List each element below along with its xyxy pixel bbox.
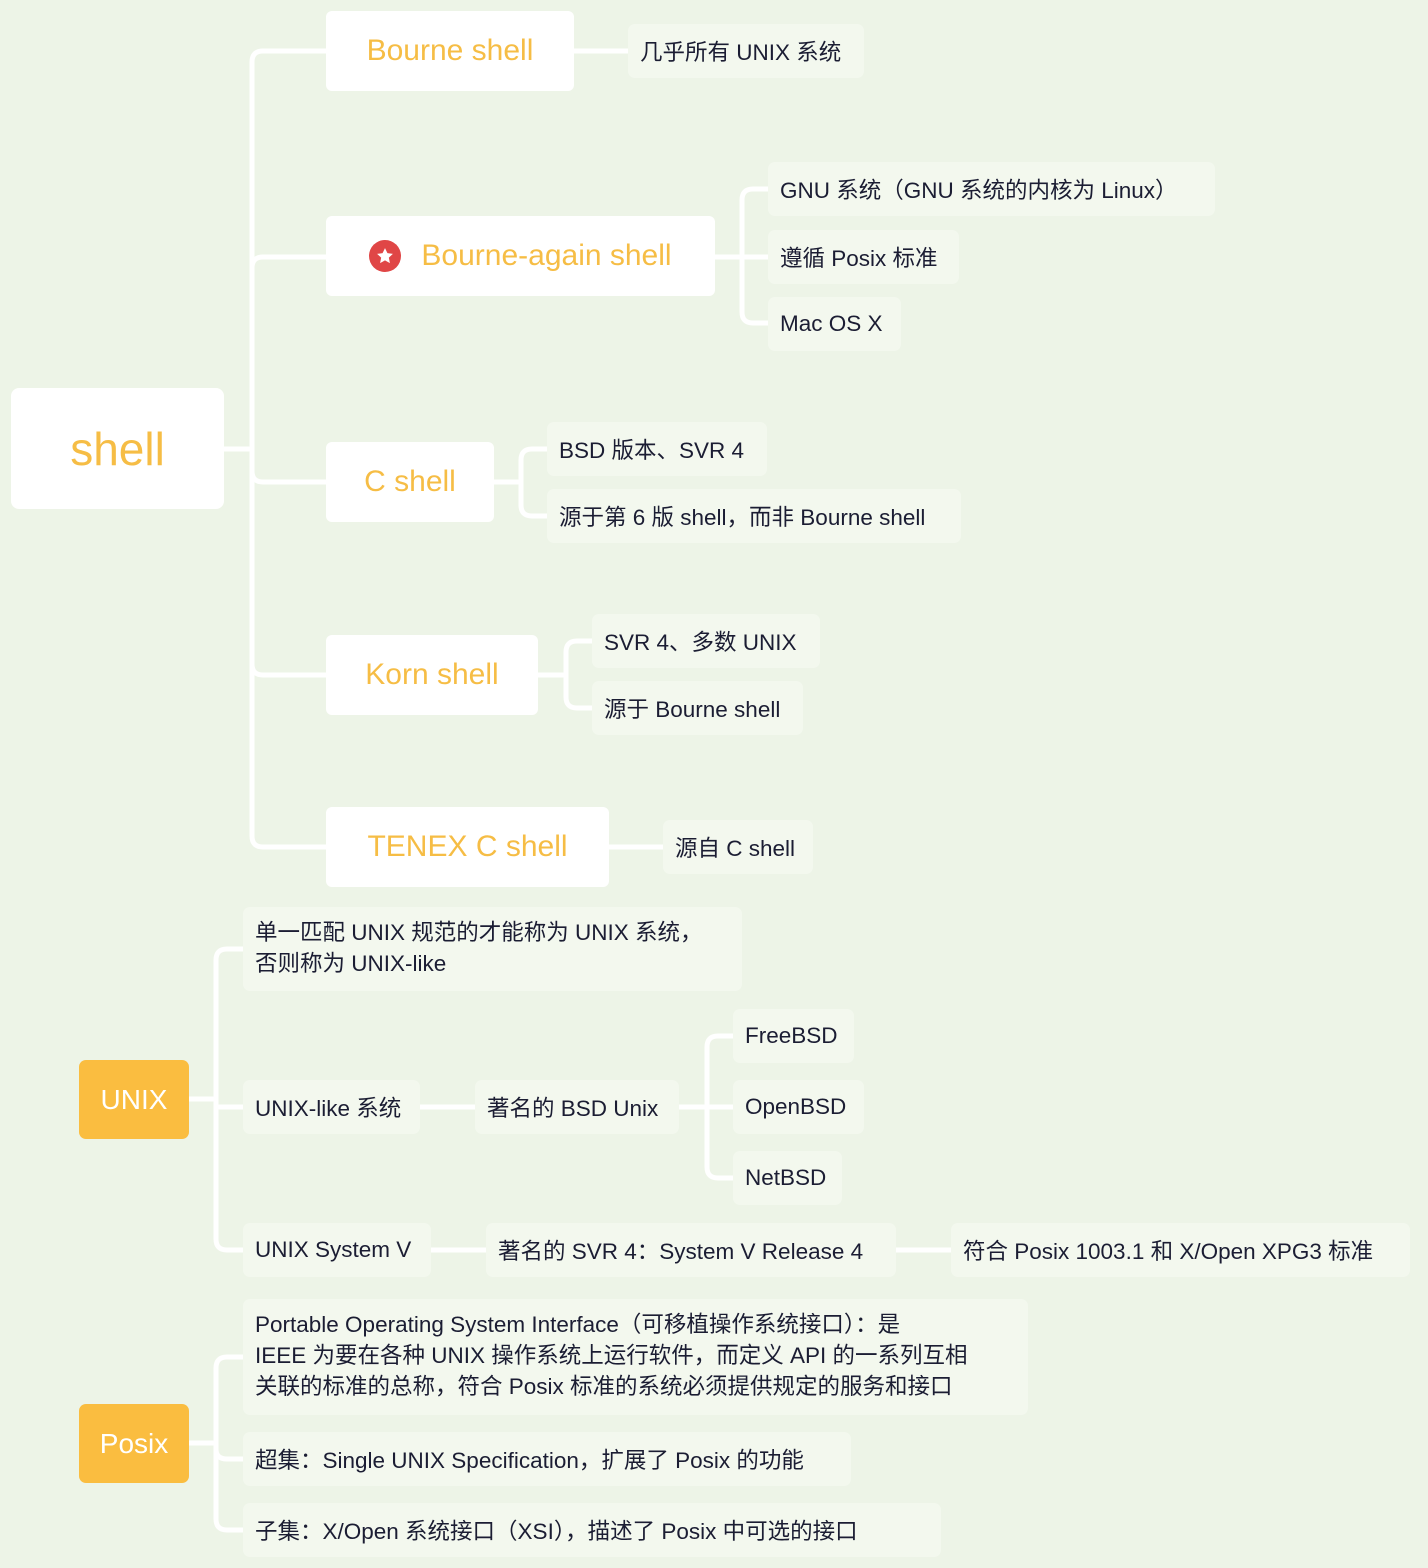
subtopic-label: UNIX-like 系统 [255,1096,402,1121]
topic-tenex-c-shell[interactable]: TENEX C shell [326,807,609,887]
subtopic-label: Mac OS X [780,311,883,336]
subtopic-freebsd[interactable]: FreeBSD [733,1009,854,1063]
subtopic-label: 源于第 6 版 shell，而非 Bourne shell [559,505,926,530]
subtopic-label: OpenBSD [745,1094,847,1119]
subtopic-posix-definition[interactable]: Portable Operating System Interface（可移植操… [243,1299,1028,1415]
topic-korn-shell[interactable]: Korn shell [326,635,538,715]
connector-root-bourne [249,48,329,452]
subtopic-ksh-svr4[interactable]: SVR 4、多数 UNIX [592,614,820,668]
text-line: 否则称为 UNIX-like [255,951,447,976]
text-line: 单一匹配 UNIX 规范的才能称为 UNIX 系统， [255,920,703,945]
subtopic-bash-gnu[interactable]: GNU 系统（GNU 系统的内核为 Linux） [768,162,1215,216]
subtopic-label: 超集：Single UNIX Specification，扩展了 Posix 的… [255,1448,804,1473]
subtopic-bourne-systems[interactable]: 几乎所有 UNIX 系统 [628,24,864,78]
connector-csh-bsd [518,446,550,485]
connector-unix-like [213,1096,246,1110]
subtopic-label: SVR 4、多数 UNIX [604,630,797,655]
text-line: IEEE 为要在各种 UNIX 操作系统上运行软件，而定义 API 的一系列互相 [255,1343,968,1368]
subtopic-bash-macos[interactable]: Mac OS X [768,297,901,351]
subtopic-label: 著名的 SVR 4：System V Release 4 [498,1239,864,1264]
topic-label: Korn shell [365,658,499,691]
connector-ksh-origin [563,672,595,711]
root-topic-shell[interactable]: shell [11,388,224,509]
subtopic-label: 源于 Bourne shell [604,697,781,722]
floating-topic-label: UNIX [100,1083,168,1115]
connector-root-bash [249,254,329,452]
topic-label: Bourne shell [366,34,534,67]
text-line: 关联的标准的总称，符合 Posix 标准的系统必须提供规定的服务和接口 [255,1374,953,1399]
connector-unix-definition [213,946,246,1102]
subtopic-label: 几乎所有 UNIX 系统 [640,40,842,65]
subtopic-label: GNU 系统（GNU 系统的内核为 Linux） [780,178,1178,203]
connector-posix-definition [213,1354,246,1446]
subtopic-label: BSD 版本、SVR 4 [559,438,745,463]
connector-ksh-svr4 [563,638,595,678]
subtopic-label: NetBSD [745,1165,827,1190]
subtopic-bsd-unix[interactable]: 著名的 BSD Unix [475,1080,679,1134]
topic-label: C shell [364,465,456,498]
subtopic-label: FreeBSD [745,1023,838,1048]
subtopic-unix-like[interactable]: UNIX-like 系统 [243,1080,420,1134]
star-icon [369,240,402,272]
subtopic-label: 源自 C shell [675,836,796,861]
subtopic-tcsh-origin[interactable]: 源自 C shell [663,820,813,874]
topic-label: TENEX C shell [367,830,568,863]
subtopic-label: 著名的 BSD Unix [487,1096,659,1121]
subtopic-openbsd[interactable]: OpenBSD [733,1080,864,1134]
connector-bsd-freebsd [704,1033,736,1110]
subtopic-svr4[interactable]: 著名的 SVR 4：System V Release 4 [486,1223,896,1277]
subtopic-csh-origin[interactable]: 源于第 6 版 shell，而非 Bourne shell [547,489,961,543]
topic-c-shell[interactable]: C shell [326,442,494,522]
subtopic-bash-posix[interactable]: 遵循 Posix 标准 [768,230,959,284]
topic-bourne-shell[interactable]: Bourne shell [326,11,574,91]
subtopic-ksh-origin[interactable]: 源于 Bourne shell [592,681,803,735]
floating-topic-unix[interactable]: UNIX [79,1060,189,1139]
subtopic-unix-definition[interactable]: 单一匹配 UNIX 规范的才能称为 UNIX 系统， 否则称为 UNIX-lik… [243,907,742,991]
root-topic-label: shell [70,422,165,475]
subtopic-label: UNIX System V [255,1237,412,1262]
subtopic-posix-superset[interactable]: 超集：Single UNIX Specification，扩展了 Posix 的… [243,1432,851,1486]
subtopic-label: 子集：X/Open 系统接口（XSI），描述了 Posix 中可选的接口 [255,1519,858,1544]
floating-topic-label: Posix [99,1427,169,1459]
connector-bash-mac [739,254,771,326]
floating-topic-posix[interactable]: Posix [79,1404,189,1483]
subtopic-label: 遵循 Posix 标准 [780,246,938,271]
connector-posix-superset [213,1440,246,1462]
subtopic-label: 符合 Posix 1003.1 和 X/Open XPG3 标准 [963,1239,1374,1264]
connector-root-csh [249,446,329,485]
subtopic-netbsd[interactable]: NetBSD [733,1151,842,1205]
subtopic-svr4-standards[interactable]: 符合 Posix 1003.1 和 X/Open XPG3 标准 [951,1223,1410,1277]
connector-bsd-netbsd [704,1104,736,1181]
connector-bash-gnu [739,186,771,260]
subtopic-posix-subset[interactable]: 子集：X/Open 系统接口（XSI），描述了 Posix 中可选的接口 [243,1503,941,1557]
topic-bourne-again-shell[interactable]: Bourne-again shell [326,216,715,296]
connector-unix-systemv [213,1096,246,1253]
topic-label: Bourne-again shell [421,239,672,272]
subtopic-csh-bsd[interactable]: BSD 版本、SVR 4 [547,422,767,476]
connector-root-tcsh [249,446,329,850]
text-line: Portable Operating System Interface（可移植操… [255,1312,901,1337]
subtopic-unix-system-v[interactable]: UNIX System V [243,1223,431,1277]
connector-csh-origin [518,479,550,519]
